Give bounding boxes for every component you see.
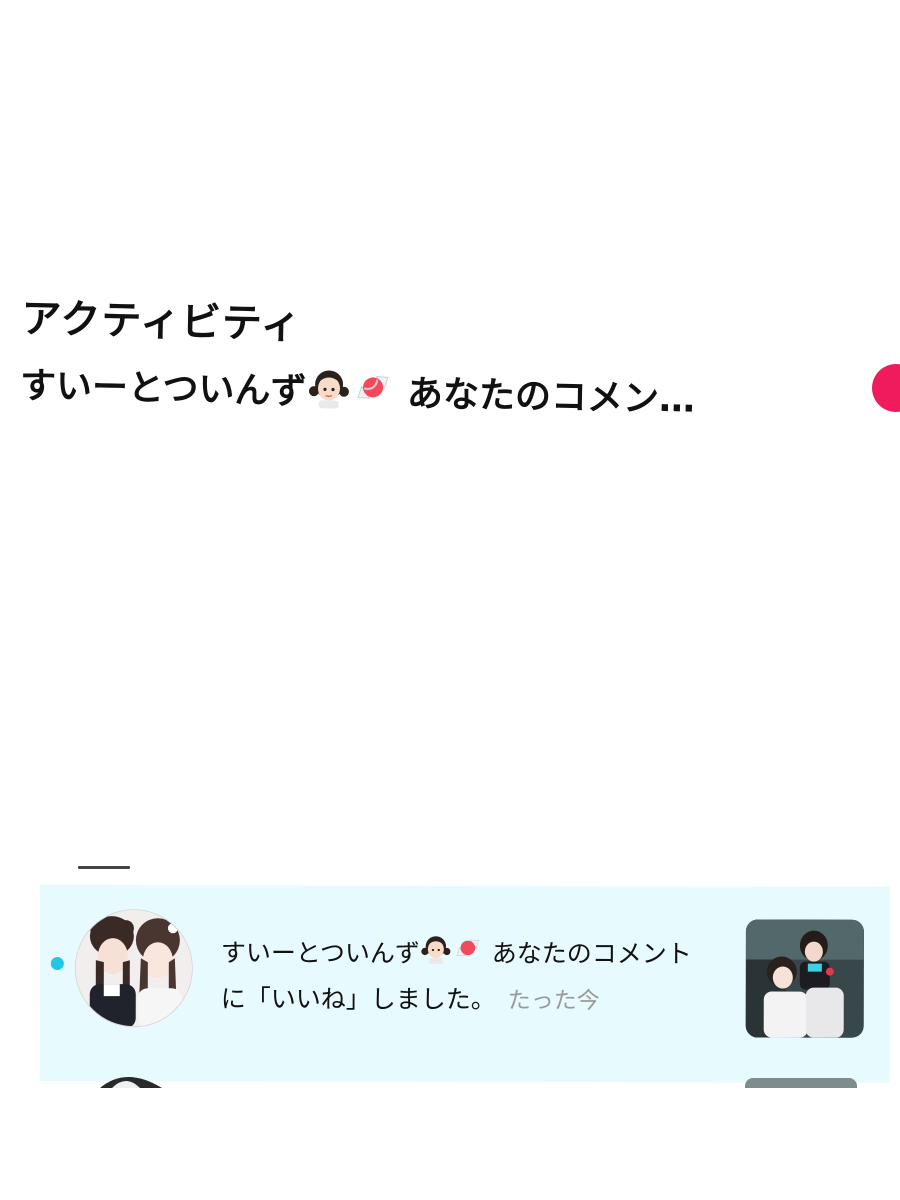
- notification-row[interactable]: すいーとついんず あなたのコメントに「いいね」しました。 たった今: [39, 885, 890, 1083]
- post-thumbnail[interactable]: [745, 919, 864, 1038]
- candy-emoji-icon: [452, 932, 484, 978]
- banner-app-indicator: [872, 364, 900, 412]
- candy-emoji-icon: [350, 365, 395, 425]
- screenshot-page: アクティビティ すいーとついんず あなたのコメン… すいーとついんず あなたのコ…: [0, 0, 900, 1200]
- next-row-avatar-cropped: [96, 1066, 166, 1088]
- notification-sender: すいーとついんず: [220, 938, 420, 968]
- notification-text: すいーとついんず あなたのコメントに「いいね」しました。 たった今: [221, 931, 711, 1023]
- avatar[interactable]: [74, 909, 193, 1028]
- blank-area: [0, 1088, 900, 1200]
- section-header-cropped: [78, 858, 134, 872]
- next-row-thumbnail-cropped: [745, 1078, 857, 1088]
- notification-time: たった今: [507, 987, 600, 1015]
- activity-banner[interactable]: アクティビティ すいーとついんず あなたのコメン…: [19, 290, 841, 434]
- banner-title: アクティビティ: [20, 295, 303, 348]
- banner-preview: あなたのコメン…: [406, 373, 696, 421]
- banner-sender: すいーとついんず: [19, 365, 307, 413]
- girl-emoji-icon: [306, 364, 351, 424]
- banner-message: すいーとついんず あなたのコメン…: [19, 358, 840, 434]
- unread-indicator: [50, 957, 64, 971]
- girl-emoji-icon: [420, 932, 452, 978]
